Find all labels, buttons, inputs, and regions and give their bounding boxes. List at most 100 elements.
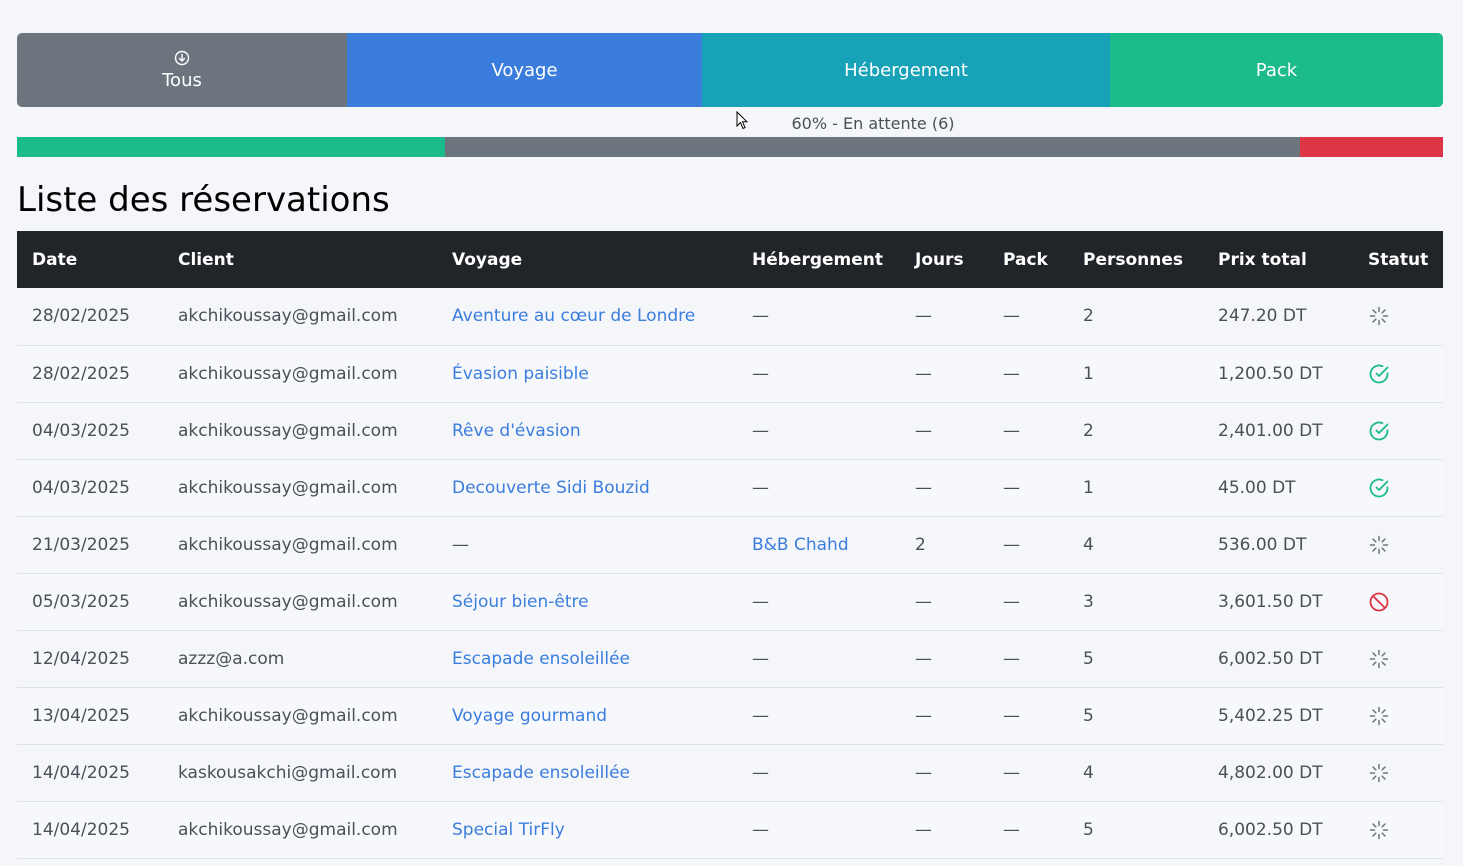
cell-personnes: 5	[1083, 819, 1094, 840]
filter-hebergement-label: Hébergement	[844, 59, 968, 81]
cell-prix-total: 6,002.50 DT	[1218, 648, 1323, 669]
voyage-link[interactable]: Séjour bien-être	[452, 592, 589, 612]
cell-voyage: Special TirFly	[437, 801, 737, 858]
cell-hebergement: B&B Chahd	[737, 516, 900, 573]
filter-hebergement-button[interactable]: Hébergement	[702, 33, 1110, 107]
voyage-link[interactable]: Escapade ensoleillée	[452, 649, 630, 669]
table-row: 14/04/2025 akchikoussay@gmail.com Special …	[17, 801, 1443, 858]
cell-voyage: Évasion paisible	[437, 345, 737, 402]
cell-statut	[1353, 744, 1443, 801]
cell-statut	[1353, 459, 1443, 516]
hebergement-link[interactable]: B&B Chahd	[752, 535, 849, 555]
loader-icon	[1368, 649, 1390, 675]
loader-icon	[1368, 535, 1390, 561]
reservations-table: Date Client Voyage Hébergement Jours Pac…	[17, 231, 1443, 859]
cell-jours: 2	[915, 534, 926, 555]
cell-voyage: Voyage gourmand	[437, 687, 737, 744]
cell-pack: —	[1003, 591, 1020, 612]
filter-pack-button[interactable]: Pack	[1110, 33, 1443, 107]
voyage-empty: —	[452, 534, 469, 555]
cell-date: 04/03/2025	[32, 477, 130, 498]
cell-statut	[1353, 630, 1443, 687]
cell-date: 04/03/2025	[32, 420, 130, 441]
header-jours: Jours	[915, 249, 964, 270]
cell-prix-total: 4,802.00 DT	[1218, 762, 1323, 783]
cell-hebergement: —	[737, 288, 900, 345]
loader-icon	[1368, 307, 1390, 332]
hebergement-empty: —	[752, 477, 769, 498]
cell-client: akchikoussay@gmail.com	[178, 705, 398, 726]
cell-pack: —	[1003, 306, 1020, 327]
cell-hebergement: —	[737, 744, 900, 801]
table-row: 05/03/2025 akchikoussay@gmail.com Séjour b…	[17, 573, 1443, 630]
cell-prix-total: 1,200.50 DT	[1218, 363, 1323, 384]
slash-circle-icon	[1368, 592, 1390, 618]
table-row: 28/02/2025 akchikoussay@gmail.com Aventure…	[17, 288, 1443, 345]
voyage-link[interactable]: Aventure au cœur de Londre	[452, 306, 695, 326]
cell-prix-total: 45.00 DT	[1218, 477, 1296, 498]
header-voyage: Voyage	[452, 249, 523, 270]
cell-jours: —	[915, 591, 932, 612]
cell-voyage: Escapade ensoleillée	[437, 630, 737, 687]
table-row: 21/03/2025 akchikoussay@gmail.com — B&B Cha…	[17, 516, 1443, 573]
cell-personnes: 4	[1083, 534, 1094, 555]
voyage-link[interactable]: Decouverte Sidi Bouzid	[452, 478, 650, 498]
cell-prix-total: 536.00 DT	[1218, 534, 1307, 555]
cell-pack: —	[1003, 819, 1020, 840]
progress-segment-confirmed	[17, 137, 445, 157]
table-row: 13/04/2025 akchikoussay@gmail.com Voyage g…	[17, 687, 1443, 744]
cell-statut	[1353, 573, 1443, 630]
voyage-link[interactable]: Special TirFly	[452, 820, 565, 840]
cell-statut	[1353, 288, 1443, 345]
cell-hebergement: —	[737, 687, 900, 744]
cell-pack: —	[1003, 534, 1020, 555]
header-hebergement: Hébergement	[752, 249, 884, 270]
voyage-link[interactable]: Voyage gourmand	[452, 706, 607, 726]
mouse-cursor-icon	[736, 110, 749, 130]
cell-personnes: 1	[1083, 363, 1094, 384]
filter-voyage-button[interactable]: Voyage	[347, 33, 702, 107]
voyage-link[interactable]: Évasion paisible	[452, 364, 589, 384]
cell-date: 14/04/2025	[32, 762, 130, 783]
voyage-link[interactable]: Escapade ensoleillée	[452, 763, 630, 783]
check-circle-icon	[1368, 364, 1390, 390]
header-statut: Statut	[1368, 249, 1429, 270]
filter-all-button[interactable]: Tous	[17, 33, 347, 107]
table-body: 28/02/2025 akchikoussay@gmail.com Aventure…	[17, 288, 1443, 858]
loader-icon	[1368, 763, 1390, 789]
progress-label: 60% - En attente (6)	[791, 114, 955, 133]
check-circle-icon	[1368, 421, 1390, 447]
hebergement-empty: —	[752, 420, 769, 441]
cell-statut	[1353, 687, 1443, 744]
table-header-row: Date Client Voyage Hébergement Jours Pac…	[17, 231, 1443, 288]
cell-jours: —	[915, 306, 932, 327]
cell-jours: —	[915, 420, 932, 441]
cell-pack: —	[1003, 705, 1020, 726]
voyage-link[interactable]: Rêve d'évasion	[452, 421, 581, 441]
cell-jours: —	[915, 705, 932, 726]
header-prix-total: Prix total	[1218, 249, 1307, 270]
table-row: 04/03/2025 akchikoussay@gmail.com Rêve d'é…	[17, 402, 1443, 459]
cell-pack: —	[1003, 648, 1020, 669]
cell-client: akchikoussay@gmail.com	[178, 819, 398, 840]
cell-personnes: 5	[1083, 705, 1094, 726]
cell-hebergement: —	[737, 459, 900, 516]
cell-statut	[1353, 345, 1443, 402]
header-date: Date	[32, 249, 78, 270]
filter-voyage-label: Voyage	[491, 59, 558, 81]
cell-prix-total: 2,401.00 DT	[1218, 420, 1323, 441]
main-content: Tous Voyage Hébergement Pack 60% - En at…	[17, 33, 1443, 859]
cell-client: akchikoussay@gmail.com	[178, 363, 398, 384]
cell-hebergement: —	[737, 402, 900, 459]
cell-date: 05/03/2025	[32, 591, 130, 612]
cell-jours: —	[915, 477, 932, 498]
cell-hebergement: —	[737, 573, 900, 630]
cell-pack: —	[1003, 762, 1020, 783]
cell-jours: —	[915, 762, 932, 783]
cell-personnes: 1	[1083, 477, 1094, 498]
cell-client: akchikoussay@gmail.com	[178, 591, 398, 612]
arrow-down-circle-icon	[174, 50, 190, 66]
progress-segment-cancelled	[1300, 137, 1443, 157]
cell-prix-total: 6,002.50 DT	[1218, 819, 1323, 840]
cell-personnes: 2	[1083, 420, 1094, 441]
